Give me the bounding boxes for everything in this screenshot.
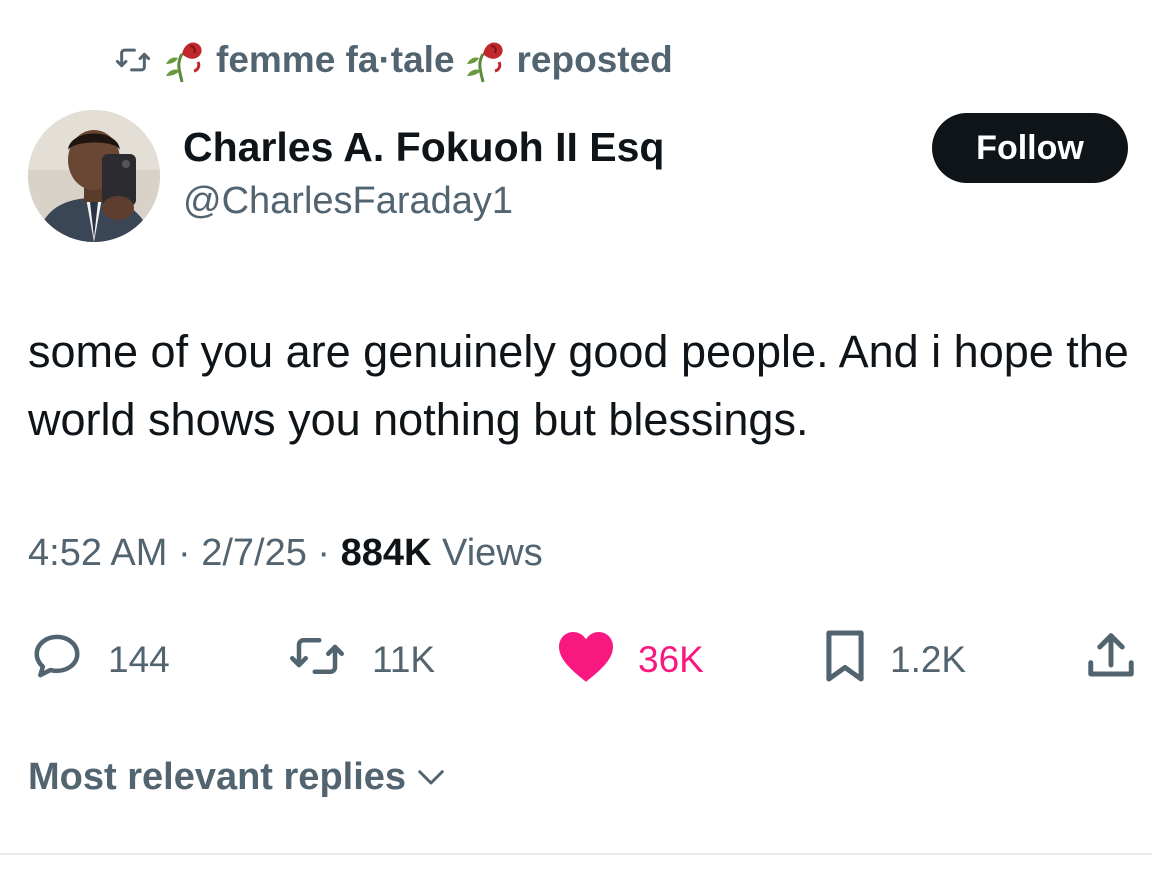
repost-icon — [112, 43, 154, 77]
meta-separator: · — [317, 532, 331, 574]
like-button[interactable]: 36K — [556, 628, 704, 692]
views-count: 884K — [340, 532, 432, 574]
bookmark-button[interactable]: 1.2K — [822, 628, 966, 692]
tweet-time[interactable]: 4:52 AM — [28, 532, 167, 574]
reply-button[interactable]: 144 — [28, 628, 170, 692]
replies-sort-label: Most relevant replies — [28, 756, 407, 798]
wilted-rose-icon — [162, 36, 208, 84]
wilted-rose-icon — [463, 36, 509, 84]
share-icon — [1084, 628, 1138, 693]
tweet-meta: 4:52 AM · 2/7/25 · 884K Views — [28, 532, 543, 575]
heart-icon — [556, 629, 616, 692]
repost-button[interactable]: 11K — [284, 628, 435, 692]
repost-icon — [284, 629, 350, 692]
reply-icon — [28, 629, 86, 692]
share-button[interactable] — [1084, 628, 1138, 692]
repost-context: femme fa·tale reposted — [112, 36, 673, 84]
divider — [0, 853, 1152, 855]
like-count: 36K — [638, 639, 704, 680]
views-label: Views — [442, 532, 543, 574]
repost-count: 11K — [372, 639, 436, 680]
tweet-date[interactable]: 2/7/25 — [201, 532, 307, 574]
bookmark-icon — [822, 628, 868, 693]
author-display-name[interactable]: Charles A. Fokuoh II Esq — [183, 124, 664, 171]
bookmark-count: 1.2K — [890, 639, 967, 680]
author-handle[interactable]: @CharlesFaraday1 — [183, 180, 513, 223]
tweet-text: some of you are genuinely good people. A… — [28, 326, 1129, 445]
follow-button[interactable]: Follow — [932, 113, 1128, 183]
avatar[interactable] — [28, 110, 160, 242]
reply-count: 144 — [108, 639, 170, 680]
repost-suffix: reposted — [516, 39, 673, 80]
avatar-image — [28, 110, 160, 242]
meta-separator: · — [177, 532, 191, 574]
replies-sort-dropdown[interactable]: Most relevant replies — [28, 756, 446, 799]
repost-user-name[interactable]: femme fa·tale — [216, 39, 455, 81]
chevron-down-icon — [416, 756, 446, 799]
